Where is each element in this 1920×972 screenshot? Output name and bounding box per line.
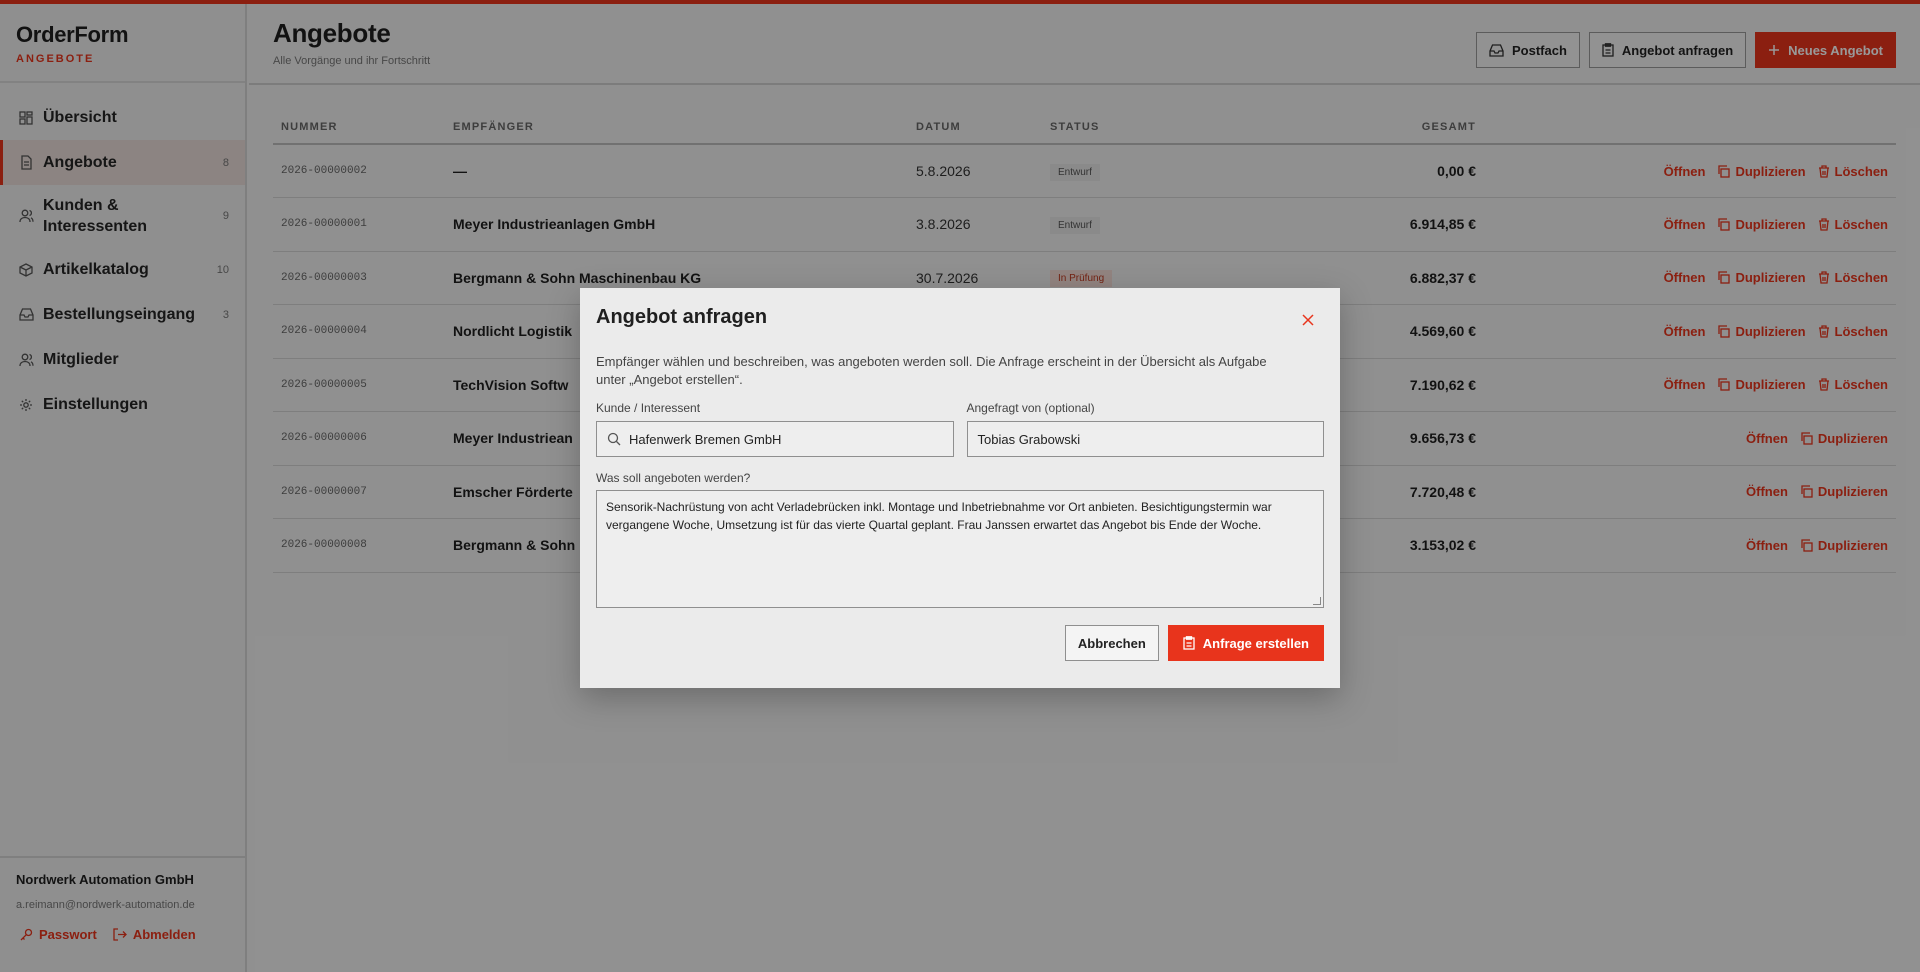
field-row: Kunde / Interessent Hafenwerk Bremen Gmb… [596,401,1324,457]
what-textarea[interactable]: Sensorik-Nachrüstung von acht Verladebrü… [596,490,1324,608]
request-offer-dialog: Angebot anfragen Empfänger wählen und be… [580,288,1340,688]
customer-label: Kunde / Interessent [596,401,701,415]
cancel-button[interactable]: Abbrechen [1064,625,1159,661]
what-label: Was soll angeboten werden? [596,471,751,485]
requested-by-field: Angefragt von (optional) Tobias Grabowsk… [966,401,1324,457]
cancel-label: Abbrechen [1077,635,1146,651]
dialog-title: Angebot anfragen [596,306,768,328]
requested-by-label: Angefragt von (optional) [966,401,1095,415]
resize-handle[interactable] [1313,597,1321,605]
create-request-label: Anfrage erstellen [1202,635,1309,651]
dialog-description: Empfänger wählen und beschreiben, was an… [596,354,1267,387]
search-icon [607,432,621,446]
customer-field: Kunde / Interessent Hafenwerk Bremen Gmb… [596,401,954,457]
close-icon[interactable] [1298,310,1318,330]
requested-by-value: Tobias Grabowski [977,431,1081,447]
customer-search-input[interactable]: Hafenwerk Bremen GmbH [596,421,954,457]
clipboard-icon [1183,636,1195,650]
customer-value: Hafenwerk Bremen GmbH [629,431,782,447]
what-value: Sensorik-Nachrüstung von acht Verladebrü… [606,500,1272,532]
create-request-button[interactable]: Anfrage erstellen [1167,625,1324,661]
dialog-actions: Abbrechen Anfrage erstellen [596,625,1324,661]
requested-by-input[interactable]: Tobias Grabowski [966,421,1324,457]
